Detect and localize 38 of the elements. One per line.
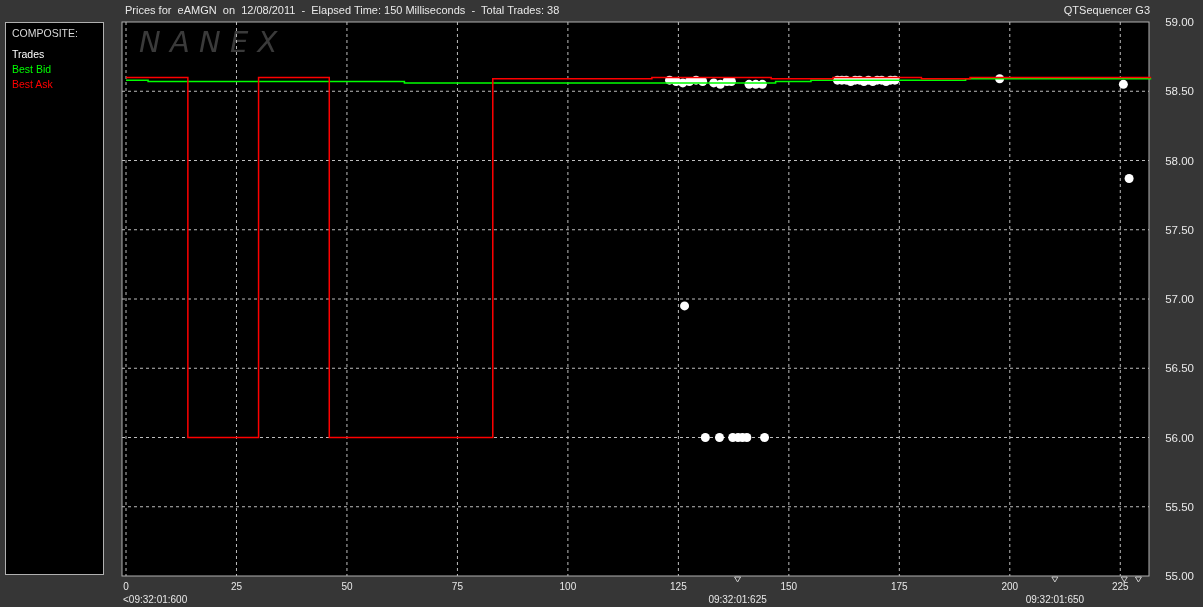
y-tick-label: 57.00	[1165, 293, 1194, 305]
x-tick-label: 25	[230, 581, 243, 592]
x-tick-label: 0	[123, 581, 129, 592]
x-tick-label: 150	[780, 581, 798, 592]
point	[700, 433, 710, 442]
legend-item: Best Ask	[12, 77, 54, 92]
chart-title: Prices for eAMGN on 12/08/2011 - Elapsed Time: 150 Milliseconds - Total Trades: 38	[125, 4, 560, 16]
x-tick-label: 200	[1001, 581, 1019, 592]
x-tick-label: 125	[670, 581, 687, 592]
time-label: 09:32:01:625	[708, 594, 767, 605]
point	[1124, 174, 1134, 184]
legend-item: Best Bid	[12, 62, 53, 77]
point	[714, 433, 724, 442]
x-tick-label: 75	[451, 581, 463, 592]
point	[1118, 79, 1128, 89]
legend-title: COMPOSITE:	[12, 27, 79, 39]
time-label: 09:32:01:650	[1025, 594, 1085, 605]
x-tick-label: 100	[559, 581, 577, 592]
y-tick-label: 57.50	[1165, 223, 1194, 236]
time-label: <09:32:01:600	[123, 594, 188, 605]
app-name: QTSequencer G3	[1063, 4, 1150, 16]
x-tick-label: 175	[891, 581, 908, 592]
time-marker-icon	[1134, 576, 1142, 583]
chart-logo: N A N E X	[139, 25, 278, 59]
y-tick-label: 55.50	[1165, 500, 1194, 513]
y-tick-label: 58.00	[1165, 154, 1194, 167]
time-marker-icon	[1051, 576, 1059, 583]
y-tick-label: 56.50	[1165, 362, 1194, 375]
y-tick-label: 58.50	[1165, 85, 1194, 98]
time-marker-icon	[734, 576, 742, 583]
x-tick-label: 50	[341, 581, 353, 592]
point	[760, 433, 770, 442]
legend-item: Trades	[12, 47, 46, 62]
y-tick-label: 59.00	[1165, 16, 1194, 28]
x-tick-label: 225	[1111, 581, 1129, 592]
y-tick-label: 56.00	[1165, 431, 1194, 444]
point	[680, 301, 690, 311]
y-tick-label: 55.00	[1165, 570, 1194, 582]
